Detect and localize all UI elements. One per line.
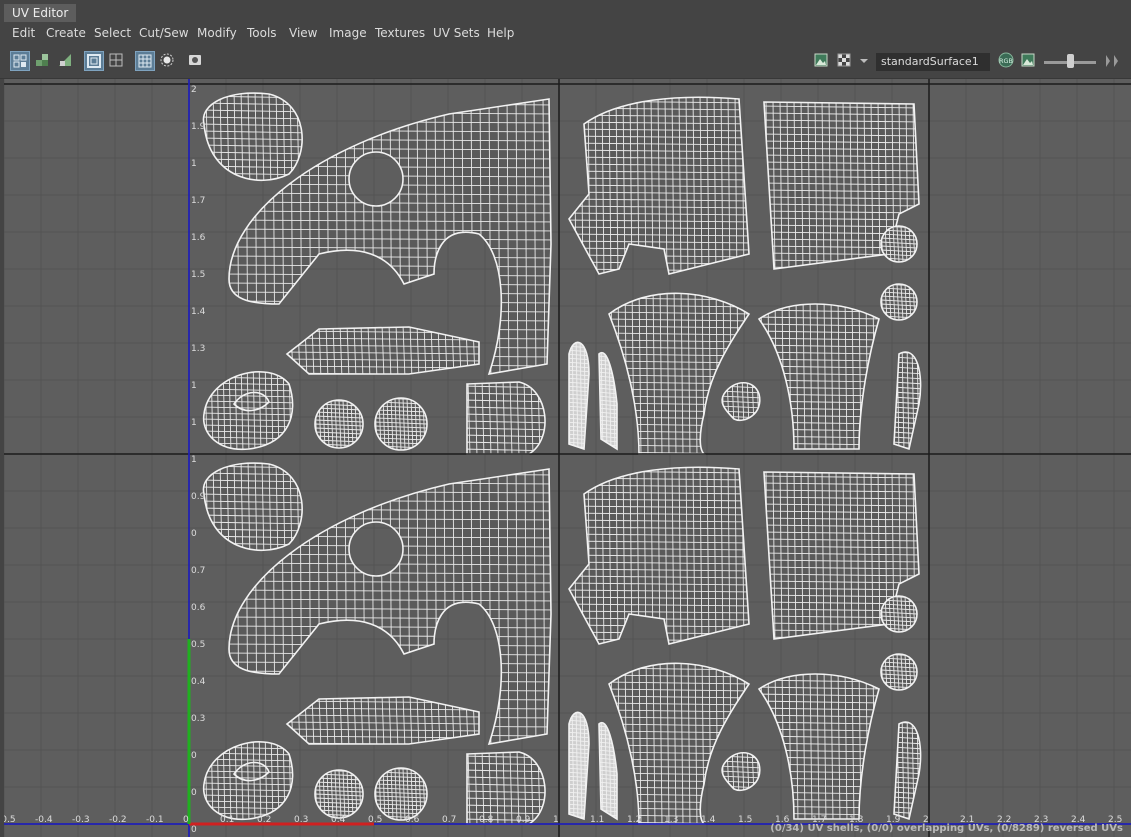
u-tick-label: -0.1 (146, 815, 164, 825)
menu-uv-sets[interactable]: UV Sets (433, 22, 480, 44)
v-tick-label: 0.7 (191, 566, 205, 576)
v-tick-label: 1 (191, 455, 197, 465)
v-tick-label: 0 (191, 529, 197, 539)
u-tick-label: -0.5 (4, 815, 16, 825)
uv-region-icon[interactable] (33, 51, 53, 71)
u-tick-label: 1.3 (664, 815, 678, 825)
exposure-label: RGB (999, 57, 1013, 65)
u-tick-label: 0.4 (331, 815, 346, 825)
v-tick-label: 1.4 (191, 307, 206, 317)
channel-display-icon[interactable]: RGB (996, 51, 1016, 71)
display-image-icon[interactable] (812, 51, 832, 71)
u-tick-label: -0.2 (109, 815, 127, 825)
tab-bar: UV Editor (0, 0, 1131, 23)
v-tick-label: 1 (191, 418, 197, 428)
v-tick-label: 1.3 (191, 344, 205, 354)
uv-grid-icon[interactable] (107, 51, 127, 71)
snapshot-icon[interactable] (186, 51, 206, 71)
uv-canvas[interactable]: 2 1.9 1 1.7 1.6 1.5 1.4 1.3 1 1 1 0.9 0 0.7 0.6 0.5 0.4 0… (4, 79, 1131, 837)
u-tick-label: 0.2 (257, 815, 271, 825)
menu-textures[interactable]: Textures (375, 22, 425, 44)
menu-cut-sew[interactable]: Cut/Sew (139, 22, 189, 44)
u-tick-label: 1 (553, 815, 559, 825)
v-tick-label: 0.9 (191, 492, 206, 502)
menu-image[interactable]: Image (329, 22, 367, 44)
checker-map-icon[interactable] (835, 51, 855, 71)
expand-toolbar-icon[interactable] (1102, 51, 1120, 71)
v-tick-label: 1.5 (191, 270, 205, 280)
menu-help[interactable]: Help (487, 22, 514, 44)
menu-modify[interactable]: Modify (197, 22, 237, 44)
u-tick-label: 0.1 (220, 815, 234, 825)
v-tick-label: 0 (191, 825, 197, 835)
v-tick-label: 0.4 (191, 677, 206, 687)
uv-distortion-icon[interactable] (56, 51, 76, 71)
image-toggle-icon[interactable] (1019, 51, 1039, 71)
shader-field[interactable]: standardSurface1 (876, 53, 990, 71)
menu-edit[interactable]: Edit (12, 22, 35, 44)
viewport-background (4, 79, 1131, 837)
menu-tools[interactable]: Tools (247, 22, 277, 44)
v-tick-label: 1.7 (191, 196, 205, 206)
u-tick-label: 0.7 (442, 815, 456, 825)
u-tick-label: 0 (183, 815, 189, 825)
uv-viewport[interactable]: 2 1.9 1 1.7 1.6 1.5 1.4 1.3 1 1 1 0.9 0 0.7 0.6 0.5 0.4 0… (4, 79, 1131, 837)
menu-create[interactable]: Create (46, 22, 86, 44)
menu-view[interactable]: View (289, 22, 317, 44)
u-tick-label: 0.5 (368, 815, 382, 825)
chevron-down-icon[interactable] (858, 51, 870, 71)
u-tick-label: -0.3 (72, 815, 90, 825)
u-tick-label: 1.5 (738, 815, 752, 825)
status-readout: (0/34) UV shells, (0/0) overlapping UVs,… (770, 823, 1123, 834)
checker-grid-icon[interactable] (135, 51, 155, 71)
u-tick-label: 0.9 (516, 815, 531, 825)
v-tick-label: 1 (191, 159, 197, 169)
menu-bar: Edit Create Select Cut/Sew Modify Tools … (0, 22, 1131, 44)
exposure-slider-handle[interactable] (1067, 54, 1074, 68)
uv-shell-display-icon[interactable] (10, 51, 30, 71)
v-tick-label: 0.3 (191, 714, 205, 724)
v-tick-label: 1.9 (191, 122, 206, 132)
u-tick-label: 0.3 (294, 815, 308, 825)
v-tick-label: 1 (191, 381, 197, 391)
texture-borders-icon[interactable] (84, 51, 104, 71)
u-tick-label: 1.1 (590, 815, 604, 825)
v-tick-label: 2 (191, 85, 197, 95)
v-tick-label: 0.5 (191, 640, 205, 650)
v-tick-label: 0.6 (191, 603, 206, 613)
u-tick-label: 0.8 (479, 815, 494, 825)
u-tick-label: 1.2 (627, 815, 641, 825)
v-tick-label: 0 (191, 788, 197, 798)
uv-editor-tab[interactable]: UV Editor (4, 4, 77, 22)
v-tick-label: 1.6 (191, 233, 206, 243)
shaded-icon[interactable] (158, 51, 178, 71)
menu-select[interactable]: Select (94, 22, 131, 44)
u-tick-label: 0.6 (405, 815, 420, 825)
u-tick-label: 1.4 (701, 815, 716, 825)
u-tick-label: -0.4 (35, 815, 53, 825)
v-tick-label: 0 (191, 751, 197, 761)
